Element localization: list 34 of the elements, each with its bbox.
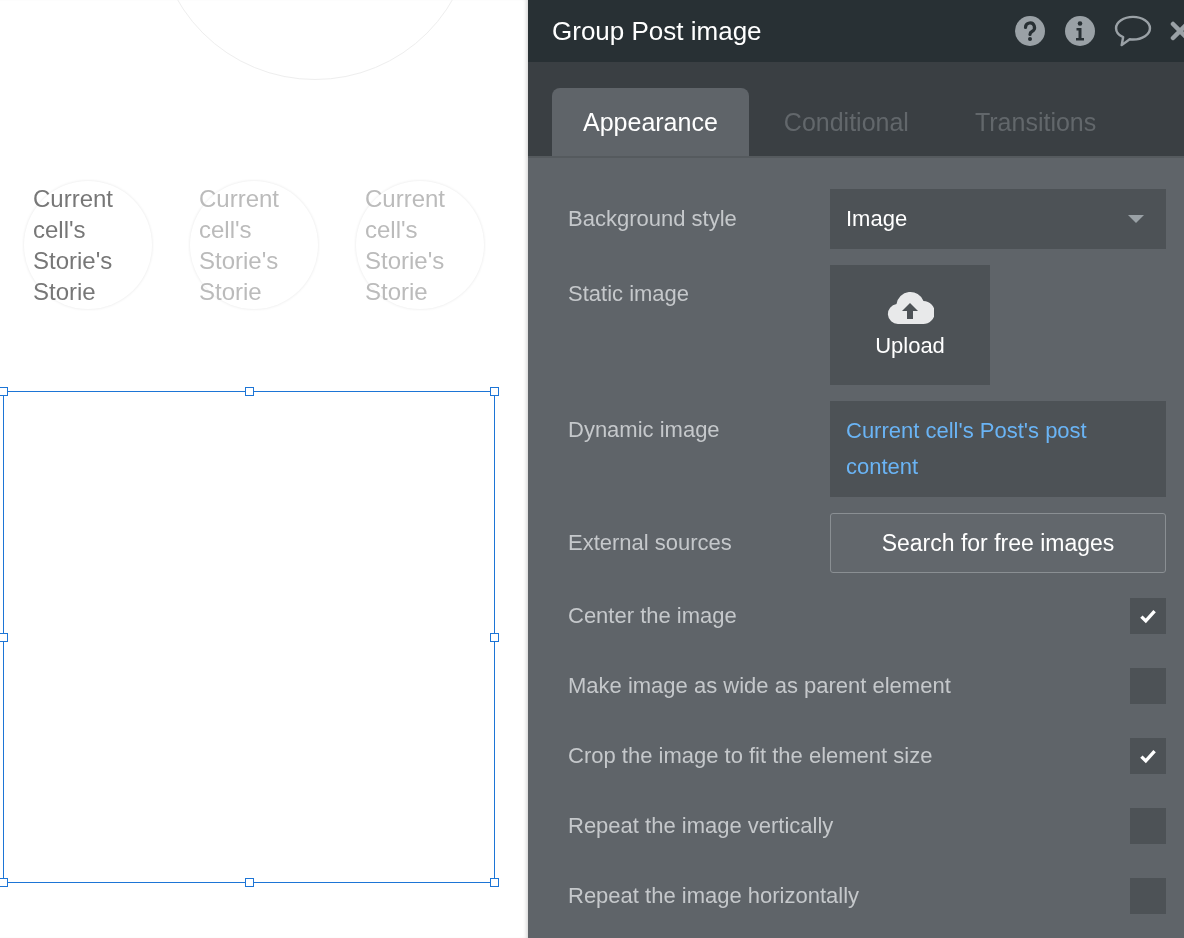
- caret-icon: [1128, 215, 1144, 223]
- story-text: Current cell's Storie's Storie: [199, 184, 281, 307]
- checkbox[interactable]: [1130, 598, 1166, 634]
- field-label: Repeat the image vertically: [568, 813, 835, 839]
- story-text: Current cell's Storie's Storie: [33, 184, 115, 307]
- comment-icon[interactable]: [1114, 15, 1152, 47]
- resize-handle[interactable]: [0, 387, 8, 396]
- help-icon[interactable]: [1014, 15, 1046, 47]
- field-label: External sources: [568, 530, 733, 556]
- dropdown[interactable]: Image: [830, 189, 1166, 249]
- field-label: Repeat the image horizontally: [568, 883, 861, 909]
- resize-handle[interactable]: [490, 878, 499, 887]
- field-label: Dynamic image: [568, 416, 721, 443]
- story-text: Current cell's Storie's Storie: [365, 184, 447, 307]
- resize-handle[interactable]: [490, 633, 499, 642]
- upload-button[interactable]: Upload: [830, 265, 990, 385]
- tab[interactable]: Appearance: [552, 88, 749, 156]
- info-icon[interactable]: [1064, 15, 1096, 47]
- resize-handle[interactable]: [0, 878, 8, 887]
- resize-handle[interactable]: [490, 387, 499, 396]
- checkbox[interactable]: [1130, 738, 1166, 774]
- resize-handle[interactable]: [245, 387, 254, 396]
- cloud-upload-icon: [886, 291, 934, 325]
- field-label: Static image: [568, 280, 691, 307]
- field-label: Background style: [568, 206, 738, 232]
- field-label: Center the image: [568, 603, 738, 629]
- resize-handle[interactable]: [245, 878, 254, 887]
- field-label: Make image as wide as parent element: [568, 673, 952, 699]
- resize-handle[interactable]: [0, 633, 8, 642]
- field-label: Crop the image to fit the element size: [568, 743, 934, 769]
- close-icon[interactable]: [1170, 19, 1184, 43]
- panel-title: Group Post image: [552, 15, 762, 47]
- search-images-button[interactable]: Search for free images: [830, 513, 1166, 573]
- dynamic-expression-field[interactable]: Current cell's Post's post content: [830, 401, 1166, 497]
